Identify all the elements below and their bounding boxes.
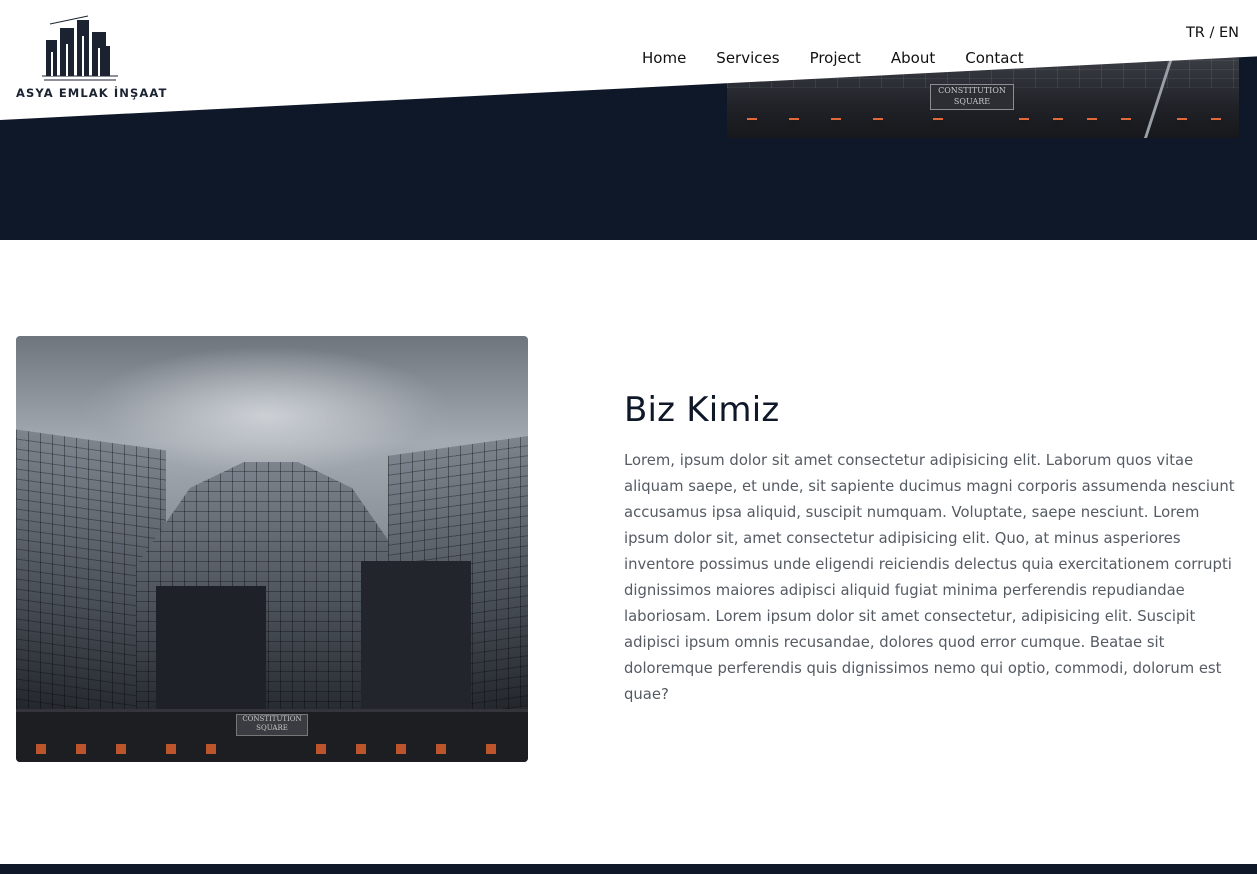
- lit-window: [206, 744, 216, 754]
- hero-window: [1019, 118, 1029, 132]
- lit-window: [436, 744, 446, 754]
- hero-window: [747, 118, 757, 132]
- building-logo-icon: [42, 15, 118, 81]
- hero-window: [1211, 118, 1221, 132]
- nav-about[interactable]: About: [891, 48, 935, 68]
- hero-window: [1053, 118, 1063, 132]
- lit-window: [486, 744, 496, 754]
- building-plaque: CONSTITUTION SQUARE: [236, 714, 308, 736]
- lit-window: [76, 744, 86, 754]
- hero-window: [1087, 118, 1097, 132]
- main-navigation: Home Services Project About Contact: [642, 48, 1024, 68]
- lit-window: [356, 744, 366, 754]
- footer-band: [0, 864, 1257, 874]
- about-building-image: CONSTITUTION SQUARE: [16, 336, 528, 762]
- hero-window: [933, 118, 943, 132]
- nav-contact[interactable]: Contact: [965, 48, 1023, 68]
- lit-window: [166, 744, 176, 754]
- about-title: Biz Kimiz: [624, 390, 780, 430]
- brand-logo[interactable]: ASYA EMLAK İNŞAAT: [16, 14, 168, 102]
- hero-window: [1177, 118, 1187, 132]
- hero-window: [789, 118, 799, 132]
- lit-window: [36, 744, 46, 754]
- hero-building-sign: CONSTITUTION SQUARE: [930, 84, 1014, 110]
- hero-window: [831, 118, 841, 132]
- nav-home[interactable]: Home: [642, 48, 686, 68]
- lang-en[interactable]: EN: [1219, 25, 1239, 41]
- dark-building-left: [156, 586, 266, 726]
- hero-window: [873, 118, 883, 132]
- lang-tr[interactable]: TR: [1186, 25, 1205, 41]
- lit-window: [116, 744, 126, 754]
- dark-building-right: [361, 561, 471, 726]
- about-description: Lorem, ipsum dolor sit amet consectetur …: [624, 452, 1235, 703]
- lit-window: [316, 744, 326, 754]
- lit-window: [396, 744, 406, 754]
- nav-services[interactable]: Services: [716, 48, 779, 68]
- language-switcher: TR / EN: [1186, 25, 1239, 41]
- brand-name: ASYA EMLAK İNŞAAT: [16, 86, 168, 100]
- hero-window: [1121, 118, 1131, 132]
- nav-project[interactable]: Project: [810, 48, 861, 68]
- lang-separator: /: [1209, 25, 1215, 41]
